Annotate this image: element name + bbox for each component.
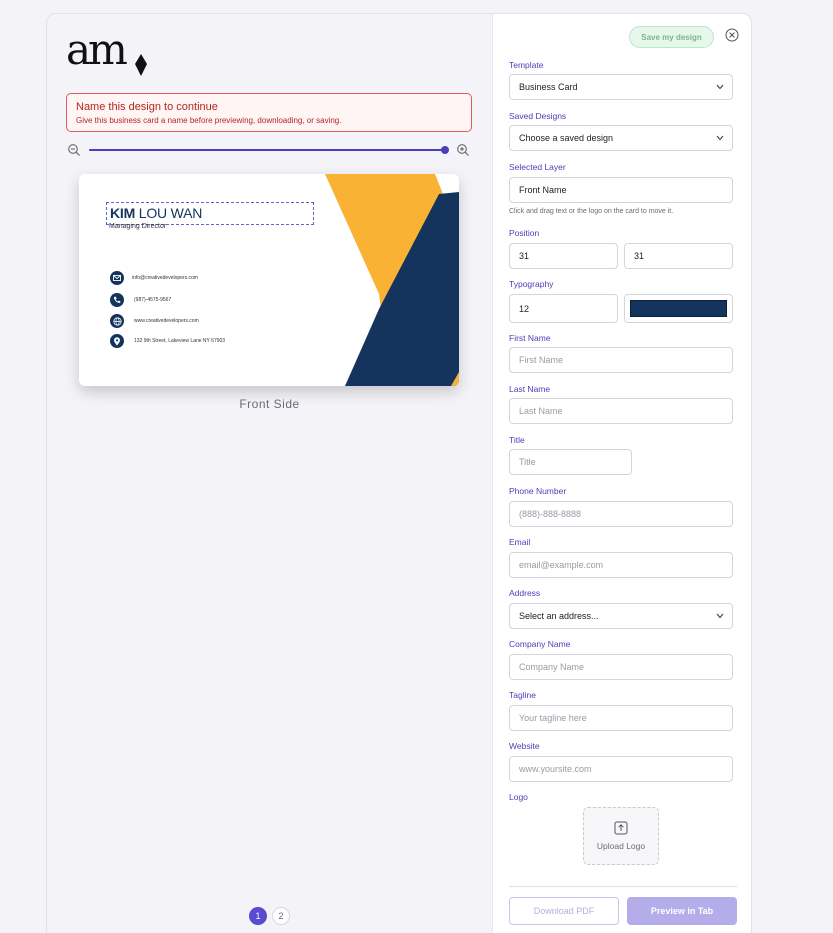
template-label: Template — [509, 60, 544, 70]
zoom-in-icon[interactable] — [456, 143, 470, 157]
company-label: Company Name — [509, 639, 571, 649]
location-pin-icon — [110, 334, 124, 348]
preview-in-tab-button[interactable]: Preview in Tab — [627, 897, 737, 925]
last-name-label: Last Name — [509, 384, 551, 394]
chevron-down-icon — [716, 135, 724, 141]
zoom-slider-track[interactable] — [89, 149, 446, 151]
page-1-button[interactable]: 1 — [249, 907, 267, 925]
title-input[interactable]: Title — [509, 449, 632, 475]
upload-icon — [614, 821, 628, 835]
chevron-down-icon — [716, 84, 724, 90]
saved-designs-select[interactable]: Choose a saved design — [509, 125, 733, 151]
selected-layer-label: Selected Layer — [509, 162, 566, 172]
chevron-down-icon — [716, 613, 724, 619]
email-input[interactable]: email@example.com — [509, 552, 733, 578]
tagline-input[interactable]: Your tagline here — [509, 705, 733, 731]
first-name-input[interactable]: First Name — [509, 347, 733, 373]
svg-text:am: am — [66, 28, 127, 74]
upload-logo-label: Upload Logo — [596, 841, 646, 851]
logo-label: Logo — [509, 792, 528, 802]
close-icon[interactable] — [725, 28, 739, 42]
last-name-input[interactable]: Last Name — [509, 398, 733, 424]
template-select[interactable]: Business Card — [509, 74, 733, 100]
upload-logo-button[interactable]: Upload Logo — [583, 807, 659, 865]
saved-designs-value: Choose a saved design — [519, 133, 614, 143]
website-input[interactable]: www.yoursite.com — [509, 756, 733, 782]
design-modal: am Name this design to continue Give thi… — [46, 13, 752, 933]
saved-designs-label: Saved Designs — [509, 111, 567, 121]
card-website: www.creativedevelopers.com — [134, 318, 199, 324]
card-address: 132 9th Street, Lakeview Lane NY 67903 — [134, 338, 226, 344]
download-pdf-button[interactable]: Download PDF — [509, 897, 619, 925]
position-label: Position — [509, 228, 540, 238]
card-phone: (987)-4575-9567 — [134, 297, 172, 303]
phone-label: Phone Number — [509, 486, 567, 496]
email-label: Email — [509, 537, 531, 547]
card-last-name: LOU WAN — [138, 205, 203, 221]
text-color-picker[interactable] — [624, 294, 733, 323]
position-x-input[interactable]: 31 — [509, 243, 618, 269]
font-size-input[interactable]: 12 — [509, 294, 618, 323]
address-value: Select an address... — [519, 611, 599, 621]
zoom-out-icon[interactable] — [67, 143, 81, 157]
color-swatch — [630, 300, 727, 317]
phone-input[interactable]: (888)-888-8888 — [509, 501, 733, 527]
title-label: Title — [509, 435, 525, 445]
card-email: info@creativedevelopers.com — [132, 275, 198, 281]
business-card-front[interactable]: KIM LOU WAN Managing Director info@creat… — [79, 174, 459, 386]
website-label: Website — [509, 741, 540, 751]
zoom-slider-thumb[interactable] — [441, 146, 449, 154]
selected-layer-field[interactable]: Front Name — [509, 177, 733, 203]
card-side-label: Front Side — [239, 397, 300, 411]
card-first-name: KIM — [110, 205, 136, 221]
name-required-alert: Name this design to continue Give this b… — [66, 93, 472, 132]
card-website-row[interactable]: www.creativedevelopers.com — [110, 314, 199, 328]
alert-title: Name this design to continue — [76, 101, 218, 113]
card-address-row[interactable]: 132 9th Street, Lakeview Lane NY 67903 — [110, 334, 225, 348]
envelope-icon — [110, 271, 124, 285]
company-input[interactable]: Company Name — [509, 654, 733, 680]
card-name-layer[interactable]: KIM LOU WAN — [106, 202, 314, 225]
first-name-label: First Name — [509, 333, 551, 343]
card-email-row[interactable]: info@creativedevelopers.com — [110, 271, 198, 285]
address-select[interactable]: Select an address... — [509, 603, 733, 629]
card-phone-row[interactable]: (987)-4575-9567 — [110, 293, 171, 307]
footer-divider — [509, 886, 737, 887]
page-2-button[interactable]: 2 — [272, 907, 290, 925]
globe-icon — [110, 314, 124, 328]
address-label: Address — [509, 588, 541, 598]
editor-panel: Save my design Template Business Card Sa… — [492, 14, 751, 933]
card-job-title[interactable]: Managing Director — [109, 223, 166, 230]
tagline-label: Tagline — [509, 690, 536, 700]
save-design-button[interactable]: Save my design — [629, 26, 714, 48]
typography-label: Typography — [509, 279, 554, 289]
preview-pane: am Name this design to continue Give thi… — [47, 14, 492, 933]
template-value: Business Card — [519, 82, 578, 92]
phone-icon — [110, 293, 124, 307]
selected-layer-hint: Click and drag text or the logo on the c… — [509, 208, 674, 215]
alert-message: Give this business card a name before pr… — [76, 116, 342, 125]
position-y-input[interactable]: 31 — [624, 243, 733, 269]
brand-logo: am — [66, 28, 147, 76]
